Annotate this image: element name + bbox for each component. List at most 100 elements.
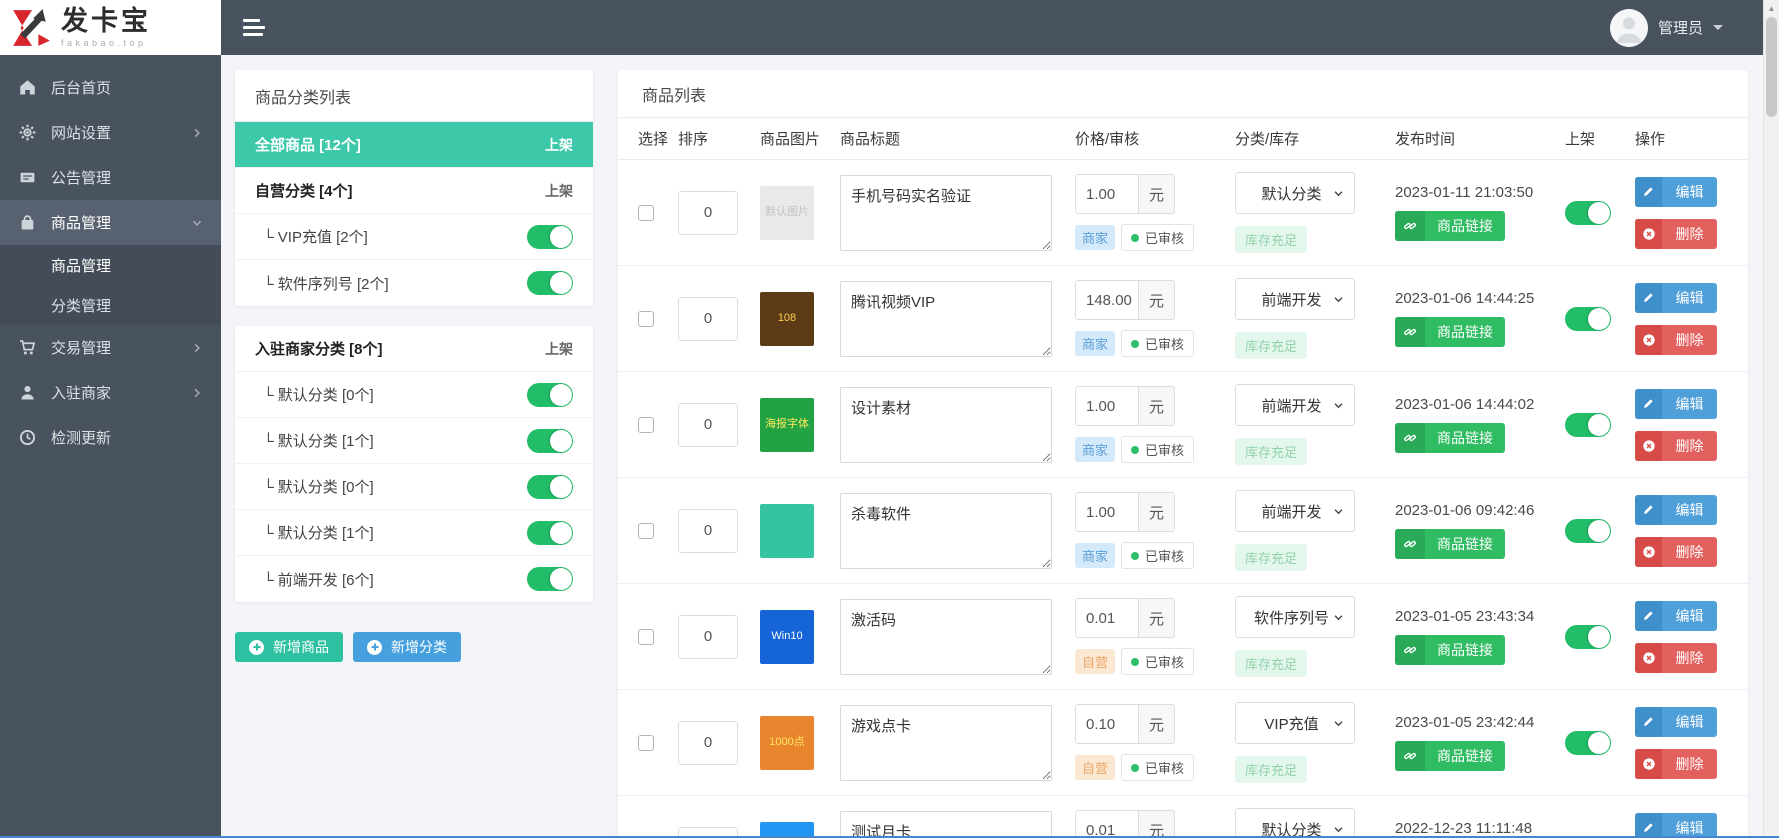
- product-title-textarea[interactable]: [840, 386, 1052, 463]
- brand-logo[interactable]: 发卡宝 fakabao.top: [0, 0, 221, 55]
- product-title-textarea[interactable]: [840, 174, 1052, 251]
- sort-input[interactable]: [678, 508, 738, 553]
- price-input[interactable]: [1075, 598, 1139, 638]
- scrollbar-thumb[interactable]: [1766, 17, 1777, 117]
- publish-time: 2023-01-05 23:42:44: [1395, 714, 1535, 731]
- product-title-textarea[interactable]: [840, 704, 1052, 781]
- category-select[interactable]: 默认分类: [1235, 172, 1355, 214]
- product-link-button[interactable]: 商品链接: [1395, 529, 1505, 559]
- delete-button[interactable]: 删除: [1635, 536, 1717, 567]
- edit-button[interactable]: 编辑: [1635, 494, 1717, 525]
- delete-button[interactable]: 删除: [1635, 218, 1717, 249]
- edit-button[interactable]: 编辑: [1635, 706, 1717, 737]
- sort-input[interactable]: [678, 296, 738, 341]
- category-select[interactable]: 前端开发: [1235, 278, 1355, 320]
- product-link-button[interactable]: 商品链接: [1395, 741, 1505, 771]
- sort-input[interactable]: [678, 614, 738, 659]
- link-icon: [1395, 211, 1425, 241]
- shelf-toggle[interactable]: [1565, 518, 1611, 543]
- edit-button[interactable]: 编辑: [1635, 176, 1717, 207]
- sort-input[interactable]: [678, 720, 738, 765]
- shelf-toggle[interactable]: [1565, 306, 1611, 331]
- add-category-button[interactable]: 新增分类: [353, 632, 461, 662]
- pencil-icon: [1635, 176, 1662, 207]
- sidebar-collapse-button[interactable]: [243, 19, 265, 36]
- category-row-selected[interactable]: 全部商品 [12个] 上架: [235, 122, 593, 168]
- price-input[interactable]: [1075, 386, 1139, 426]
- sidebar-subitem-分类管理[interactable]: 分类管理: [0, 285, 221, 325]
- price-input[interactable]: [1075, 492, 1139, 532]
- home-icon: [18, 79, 36, 97]
- stock-badge: 库存充足: [1235, 332, 1308, 359]
- row-checkbox[interactable]: [638, 310, 654, 327]
- scrollbar-up-arrow[interactable]: ▲: [1764, 0, 1779, 16]
- price-input[interactable]: [1075, 704, 1139, 744]
- user-menu[interactable]: 管理员: [1609, 8, 1723, 47]
- shelf-toggle[interactable]: [1565, 200, 1611, 225]
- delete-button[interactable]: 删除: [1635, 642, 1717, 673]
- category-select[interactable]: 前端开发: [1235, 490, 1355, 532]
- stock-badge: 库存充足: [1235, 650, 1308, 677]
- delete-button[interactable]: 删除: [1635, 748, 1717, 779]
- price-input[interactable]: [1075, 810, 1139, 838]
- shelf-toggle[interactable]: [1565, 412, 1611, 437]
- avatar: [1609, 8, 1648, 47]
- add-product-button[interactable]: 新增商品: [235, 632, 343, 662]
- sidebar-item-商品管理[interactable]: 商品管理: [0, 200, 221, 245]
- delete-button[interactable]: 删除: [1635, 430, 1717, 461]
- product-link-button[interactable]: 商品链接: [1395, 423, 1505, 453]
- sidebar-item-label: 交易管理: [51, 340, 112, 357]
- product-title-textarea[interactable]: [840, 810, 1052, 838]
- page-scrollbar[interactable]: ▲: [1763, 0, 1779, 838]
- category-select[interactable]: VIP充值: [1235, 702, 1355, 744]
- category-select[interactable]: 前端开发: [1235, 384, 1355, 426]
- row-checkbox[interactable]: [638, 628, 654, 645]
- category-enabled-toggle[interactable]: [527, 567, 573, 591]
- product-title-textarea[interactable]: [840, 280, 1052, 357]
- row-checkbox[interactable]: [638, 416, 654, 433]
- audit-status-badge: 已审核: [1121, 648, 1195, 675]
- category-enabled-toggle[interactable]: [527, 271, 573, 295]
- product-link-button[interactable]: 商品链接: [1395, 211, 1505, 241]
- column-header: 排序: [678, 131, 709, 148]
- category-enabled-toggle[interactable]: [527, 224, 573, 249]
- price-input[interactable]: [1075, 174, 1139, 214]
- product-title-textarea[interactable]: [840, 598, 1052, 675]
- table-header-row: 选择 排序 商品图片 商品标题 价格/审核 分类/库存 发布时间 上架 操作: [618, 118, 1748, 160]
- product-link-button[interactable]: 商品链接: [1395, 317, 1505, 347]
- sidebar-item-交易管理[interactable]: 交易管理: [0, 325, 221, 370]
- price-unit-addon: 元: [1139, 598, 1175, 638]
- delete-button[interactable]: 删除: [1635, 324, 1717, 355]
- row-checkbox[interactable]: [638, 734, 654, 751]
- edit-button[interactable]: 编辑: [1635, 812, 1717, 838]
- product-link-button[interactable]: 商品链接: [1395, 635, 1505, 665]
- sidebar-item-公告管理[interactable]: 公告管理: [0, 155, 221, 200]
- edit-button[interactable]: 编辑: [1635, 282, 1717, 313]
- edit-button[interactable]: 编辑: [1635, 388, 1717, 419]
- category-enabled-toggle[interactable]: [527, 382, 573, 407]
- sidebar-item-后台首页[interactable]: 后台首页: [0, 65, 221, 110]
- announcement-icon: [18, 169, 36, 187]
- edit-button[interactable]: 编辑: [1635, 600, 1717, 631]
- sort-input[interactable]: [678, 402, 738, 447]
- publish-time: 2023-01-06 09:42:46: [1395, 502, 1535, 519]
- shelf-toggle[interactable]: [1565, 730, 1611, 755]
- sort-input[interactable]: [678, 190, 738, 235]
- category-select[interactable]: 软件序列号: [1235, 596, 1355, 638]
- sidebar-item-网站设置[interactable]: 网站设置: [0, 110, 221, 155]
- price-input[interactable]: [1075, 280, 1139, 320]
- row-checkbox[interactable]: [638, 522, 654, 539]
- brand-name: 发卡宝: [61, 5, 151, 36]
- category-enabled-toggle[interactable]: [527, 520, 573, 545]
- shelf-toggle[interactable]: [1565, 624, 1611, 649]
- category-select[interactable]: 默认分类: [1235, 808, 1355, 838]
- product-title-textarea[interactable]: [840, 492, 1052, 569]
- category-enabled-toggle[interactable]: [527, 428, 573, 453]
- sidebar-item-检测更新[interactable]: 检测更新: [0, 415, 221, 460]
- sidebar-item-入驻商家[interactable]: 入驻商家: [0, 370, 221, 415]
- category-group-row: 入驻商家分类 [8个] 上架: [235, 326, 593, 372]
- row-checkbox[interactable]: [638, 204, 654, 221]
- category-enabled-toggle[interactable]: [527, 474, 573, 499]
- sidebar-subitem-商品管理[interactable]: 商品管理: [0, 245, 221, 285]
- column-header: 商品标题: [840, 131, 901, 148]
